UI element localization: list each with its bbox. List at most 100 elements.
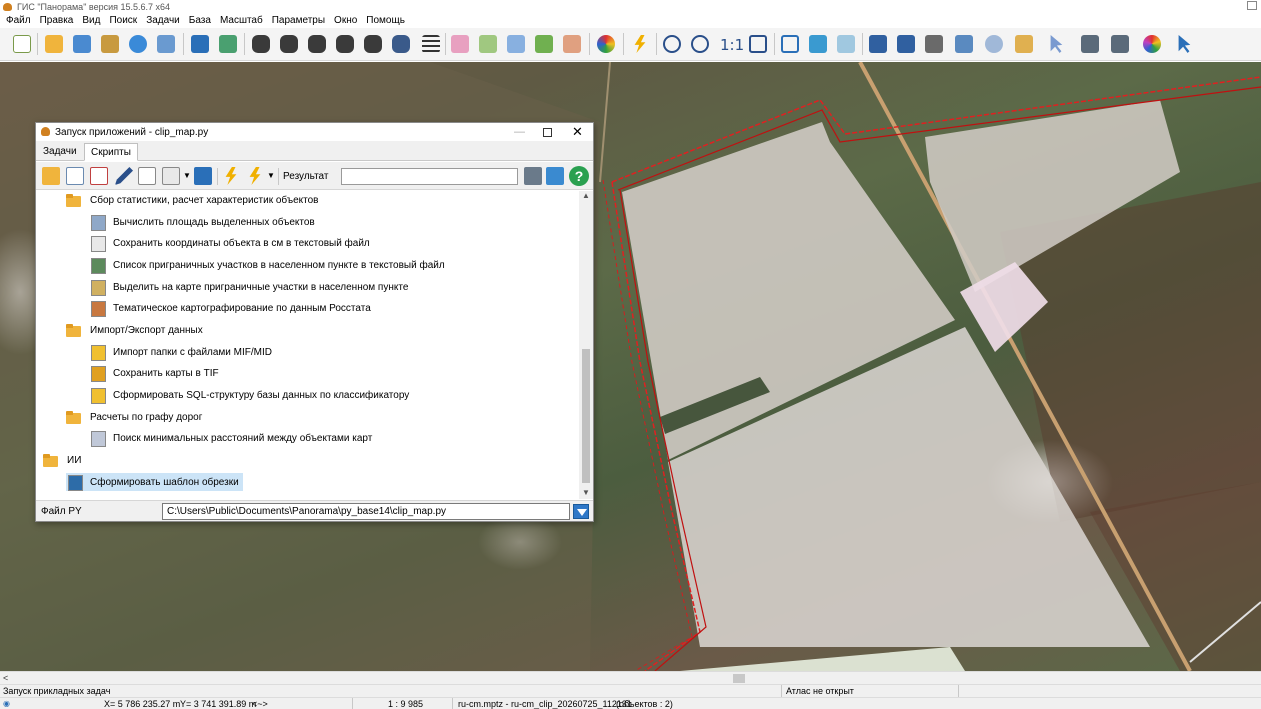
back-icon[interactable] — [834, 32, 858, 56]
globe-icon[interactable] — [126, 32, 150, 56]
color-wheel-icon[interactable] — [1140, 32, 1164, 56]
frame-icon[interactable] — [778, 32, 802, 56]
menu-edit[interactable]: Правка — [40, 15, 79, 26]
dialog-logo-icon — [41, 127, 50, 136]
menu-view[interactable]: Вид — [82, 15, 105, 26]
menu-tasks[interactable]: Задачи — [146, 15, 185, 26]
layers-icon[interactable] — [188, 32, 212, 56]
menu-search[interactable]: Поиск — [109, 15, 142, 26]
print-icon[interactable] — [1078, 32, 1102, 56]
py-file-icon[interactable] — [162, 167, 180, 185]
scroll-left-icon[interactable]: < — [3, 673, 8, 683]
file-path-field[interactable]: C:\Users\Public\Documents\Panorama\py_ba… — [162, 503, 570, 520]
tree-folder-road-graph[interactable]: Расчеты по графу дорог — [66, 408, 206, 426]
map-edit-icon[interactable] — [952, 32, 976, 56]
confirm-object-icon[interactable] — [532, 32, 556, 56]
select-object-icon[interactable] — [448, 32, 472, 56]
search-object-icon[interactable] — [333, 32, 357, 56]
search-house-icon[interactable] — [361, 32, 385, 56]
help-cursor-icon[interactable] — [1172, 32, 1196, 56]
py-dropdown-arrow-icon[interactable]: ▼ — [183, 171, 191, 180]
search-area-icon[interactable] — [305, 32, 329, 56]
file-path-dropdown-button[interactable] — [573, 504, 589, 519]
dialog-close-button[interactable]: ✕ — [572, 124, 583, 140]
tree-script-import-mif[interactable]: Импорт папки с файлами MIF/MID — [89, 343, 276, 361]
fit-icon[interactable] — [746, 32, 770, 56]
zoom-out-icon[interactable] — [660, 32, 684, 56]
tree-script-sql-structure[interactable]: Сформировать SQL-структуру базы данных п… — [89, 386, 413, 404]
scroll-up-icon[interactable]: ▲ — [582, 191, 590, 200]
tab-scripts[interactable]: Скрипты — [84, 143, 138, 161]
tree-vertical-scrollbar[interactable]: ▲ ▼ — [579, 191, 593, 499]
scroll-down-icon[interactable]: ▼ — [582, 488, 590, 497]
binoculars-icon[interactable] — [249, 32, 273, 56]
tree-script-thematic-map[interactable]: Тематическое картографирование по данным… — [89, 299, 375, 317]
pointer-icon[interactable] — [1044, 32, 1068, 56]
tree-script-min-distance[interactable]: Поиск минимальных расстояний между объек… — [89, 429, 376, 447]
file-path-row: Файл PY C:\Users\Public\Documents\Panora… — [36, 500, 593, 521]
folder-icon — [43, 452, 61, 468]
cursor-icon[interactable] — [866, 32, 890, 56]
run-dropdown-arrow-icon[interactable]: ▼ — [267, 171, 275, 180]
location-icon[interactable] — [1012, 32, 1036, 56]
tree-folder-ai[interactable]: ИИ — [43, 451, 85, 469]
search-text-icon[interactable] — [277, 32, 301, 56]
clear-result-icon[interactable] — [524, 167, 542, 185]
document-icon[interactable] — [154, 32, 178, 56]
blank-document-icon[interactable] — [138, 167, 156, 185]
palette-icon[interactable] — [594, 32, 618, 56]
settings-run-icon[interactable] — [546, 167, 564, 185]
run-options-icon[interactable] — [249, 167, 261, 185]
tree-folder-import-export[interactable]: Импорт/Экспорт данных — [66, 321, 207, 339]
zoom-in-icon[interactable] — [688, 32, 712, 56]
layer-settings-icon[interactable] — [216, 32, 240, 56]
run-icon[interactable] — [225, 167, 237, 185]
check-frame-icon[interactable] — [806, 32, 830, 56]
new-script-icon[interactable] — [66, 167, 84, 185]
menu-file[interactable]: Файл — [6, 15, 36, 26]
menu-parameters[interactable]: Параметры — [272, 15, 330, 26]
list-icon[interactable] — [419, 32, 443, 56]
tree-script-highlight-parcels[interactable]: Выделить на карте приграничные участки в… — [89, 278, 412, 296]
globe-settings-icon[interactable] — [982, 32, 1006, 56]
cursor-list-icon[interactable] — [894, 32, 918, 56]
tree-script-calc-area[interactable]: Вычислить площадь выделенных объектов — [89, 213, 319, 231]
app-title-bar: ГИС "Панорама" версия 15.5.6.7 x64 — [0, 0, 1261, 13]
tree-script-save-coords[interactable]: Сохранить координаты объекта в см в текс… — [89, 234, 374, 252]
open-map-icon[interactable] — [42, 32, 66, 56]
report-icon[interactable] — [922, 32, 946, 56]
menu-database[interactable]: База — [189, 15, 216, 26]
menu-scale[interactable]: Масштаб — [220, 15, 268, 26]
tree-script-clip-template[interactable]: Сформировать шаблон обрезки — [66, 473, 243, 491]
tree-folder-statistics[interactable]: Сбор статистики, расчет характеристик об… — [66, 191, 322, 209]
help-icon[interactable]: ? — [569, 166, 589, 186]
delete-script-icon[interactable] — [90, 167, 108, 185]
add-point-icon[interactable] — [504, 32, 528, 56]
tab-tasks[interactable]: Задачи — [38, 145, 82, 158]
tree-scroll-thumb[interactable] — [582, 349, 590, 483]
tree-script-save-tif[interactable]: Сохранить карты в TIF — [89, 364, 223, 382]
print-settings-icon[interactable] — [1108, 32, 1132, 56]
save-icon[interactable] — [194, 167, 212, 185]
dialog-maximize-button[interactable] — [543, 128, 552, 137]
file-label: Файл PY — [41, 506, 82, 517]
lightning-icon[interactable] — [628, 32, 652, 56]
open-data-icon[interactable] — [70, 32, 94, 56]
edit-object-icon[interactable] — [476, 32, 500, 56]
map-horizontal-scrollbar[interactable]: < — [0, 671, 1261, 684]
menu-window[interactable]: Окно — [334, 15, 362, 26]
window-maximize-button[interactable] — [1247, 1, 1257, 10]
new-map-icon[interactable] — [10, 32, 34, 56]
new-folder-icon[interactable] — [42, 167, 60, 185]
delete-object-icon[interactable] — [560, 32, 584, 56]
edit-script-icon[interactable] — [115, 167, 133, 185]
status-bar-coordinates: ◉ X= 5 786 235.27 m Y= 3 741 391.89 m <~… — [0, 697, 1261, 709]
scroll-thumb[interactable] — [733, 674, 745, 683]
tree-script-list-parcels[interactable]: Список приграничных участков в населенно… — [89, 256, 449, 274]
database-icon[interactable] — [98, 32, 122, 56]
result-field[interactable] — [341, 168, 518, 185]
menu-help[interactable]: Помощь — [366, 15, 410, 26]
scale-one-to-one-button[interactable]: 1:1 — [720, 36, 744, 54]
search-geo-icon[interactable] — [389, 32, 413, 56]
dialog-minimize-button[interactable]: — — [514, 126, 525, 138]
